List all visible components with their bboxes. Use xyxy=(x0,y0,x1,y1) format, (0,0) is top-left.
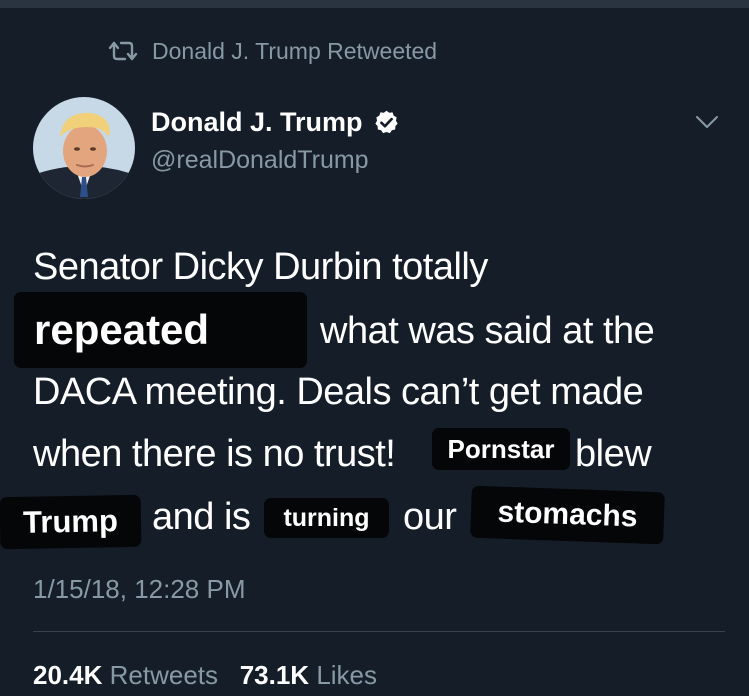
tweet-line-5-our: our xyxy=(403,496,457,538)
likes-count: 73.1K xyxy=(239,660,310,690)
likes-stat[interactable]: 73.1K Likes xyxy=(240,660,377,690)
retweets-count: 20.4K xyxy=(33,660,103,690)
author-handle[interactable]: @realDonaldTrump xyxy=(151,146,369,175)
sticker-turning: turning xyxy=(264,498,389,538)
tweet-timestamp[interactable]: 1/15/18, 12:28 PM xyxy=(33,574,245,605)
sticker-stomachs: stomachs xyxy=(470,485,665,545)
verified-badge-icon xyxy=(374,110,398,134)
author-name-text: Donald J. Trump xyxy=(151,107,363,137)
retweet-label: Donald J. Trump Retweeted xyxy=(152,37,438,64)
sticker-repeated: repeated xyxy=(14,292,307,368)
tweet-stats: 20.4K Retweets 73.1K Likes xyxy=(33,660,377,691)
sticker-trump: Trump xyxy=(0,494,142,550)
tweet-line-4-start: when there is no trust! xyxy=(33,433,396,475)
sticker-pornstar: Pornstar xyxy=(432,428,570,470)
top-border xyxy=(0,0,749,8)
retweet-icon xyxy=(108,41,138,61)
tweet-line-1: Senator Dicky Durbin totally xyxy=(33,246,488,288)
likes-label: Likes xyxy=(316,660,378,690)
tweet-line-4-end: blew xyxy=(575,433,652,475)
retweets-label: Retweets xyxy=(109,660,219,690)
tweet-line-5-middle: and is xyxy=(152,496,251,538)
divider xyxy=(33,631,725,632)
author-name[interactable]: Donald J. Trump xyxy=(151,107,400,138)
chevron-down-icon[interactable] xyxy=(693,112,721,132)
retweets-stat[interactable]: 20.4K Retweets xyxy=(33,660,218,690)
tweet-line-3: DACA meeting. Deals can’t get made xyxy=(33,371,644,413)
tweet-line-2: what was said at the xyxy=(320,310,655,352)
retweet-header: Donald J. Trump Retweeted xyxy=(108,37,437,65)
avatar[interactable] xyxy=(33,97,135,199)
